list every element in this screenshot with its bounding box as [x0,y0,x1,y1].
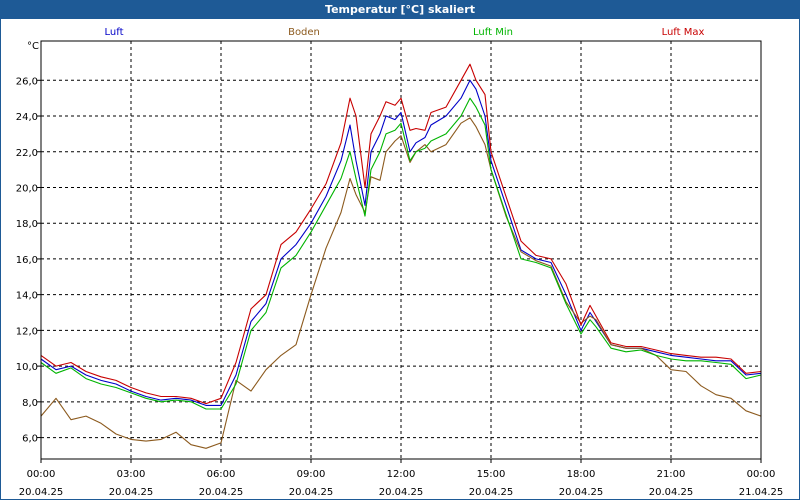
x-tick-date: 20.04.25 [109,487,154,498]
x-tick-time: 09:00 [297,469,326,480]
x-tick-time: 15:00 [477,469,506,480]
x-tick-time: 00:00 [747,469,776,480]
legend-entry-luft-max: Luft Max [662,27,705,38]
x-tick-date: 20.04.25 [649,487,694,498]
x-tick-time: 18:00 [567,469,596,480]
x-tick-date: 20.04.25 [379,487,424,498]
x-tick-date: 20.04.25 [19,487,64,498]
x-tick-date: 20.04.25 [469,487,514,498]
y-tick-label: 12,0 [16,326,38,337]
y-tick-label: 16,0 [16,255,38,266]
x-tick-time: 00:00 [27,469,56,480]
y-axis-label: °C [27,41,39,52]
x-tick-date: 20.04.25 [289,487,334,498]
legend-entry-boden: Boden [288,27,320,38]
y-tick-label: 20,0 [16,183,38,194]
temperature-chart: 6,0 8,0 10,0 12,0 14,0 16,0 18,0 20,0 22,0 24,0 26… [16,27,784,498]
legend: Luft Boden Luft Min Luft Max [105,27,705,38]
y-tick-label: 24,0 [16,112,38,123]
x-tick-date: 21.04.25 [739,487,784,498]
chart-window: Temperatur [°C] skaliert 6,0 8,0 10,0 12,0 1… [0,0,800,500]
y-tick-label: 14,0 [16,291,38,302]
x-tick-date: 20.04.25 [559,487,604,498]
x-tick-time: 06:00 [207,469,236,480]
x-tick-time: 21:00 [657,469,686,480]
legend-entry-luft-min: Luft Min [473,27,513,38]
y-tick-label: 22,0 [16,148,38,159]
y-tick-label: 10,0 [16,362,38,373]
y-tick-label: 26,0 [16,76,38,87]
y-tick-label: 18,0 [16,219,38,230]
legend-entry-luft: Luft [105,27,124,38]
y-tick-label: 6,0 [22,434,38,445]
x-tick-time: 12:00 [387,469,416,480]
y-tick-label: 8,0 [22,398,38,409]
x-tick-date: 20.04.25 [199,487,244,498]
x-tick-time: 03:00 [117,469,146,480]
